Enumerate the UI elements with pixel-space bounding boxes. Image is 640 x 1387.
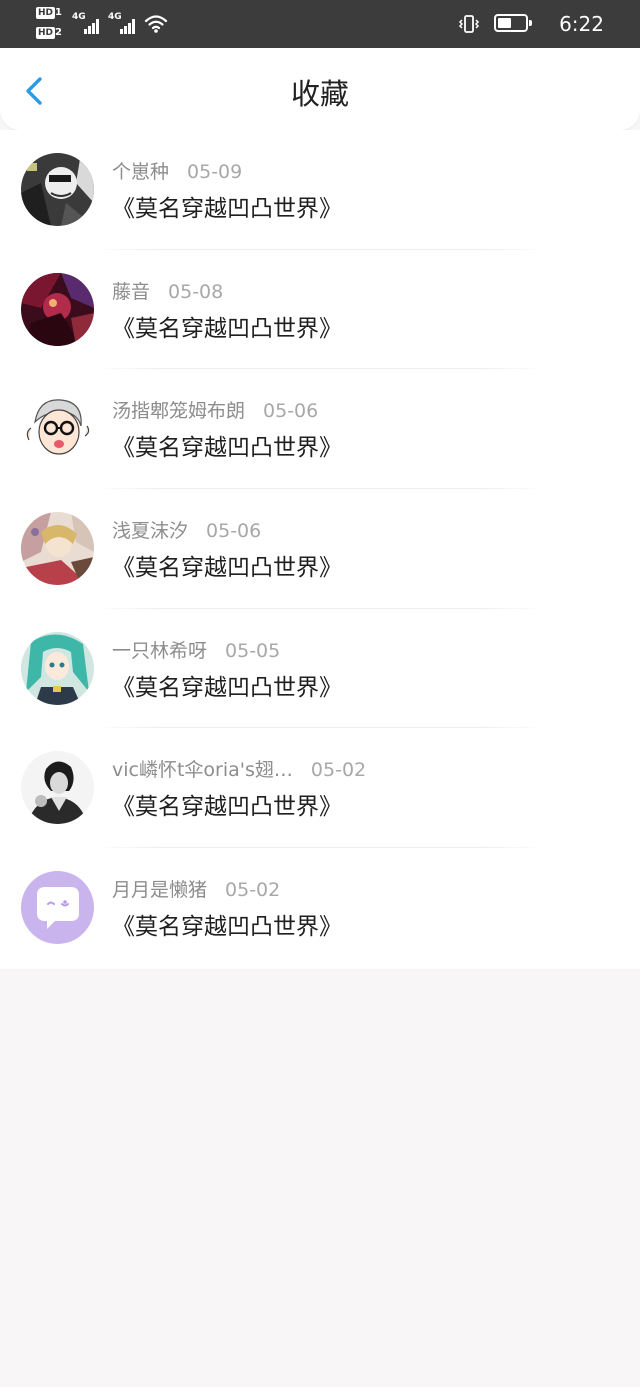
book-title[interactable]: 《莫名穿越凹凸世界》 bbox=[112, 553, 342, 583]
item-meta: 汤揩郫笼姆布朗 05-06 bbox=[112, 399, 318, 423]
item-meta: 浅夏沫汐 05-06 bbox=[112, 519, 261, 543]
item-date: 05-02 bbox=[225, 879, 281, 902]
list-item[interactable]: 汤揩郫笼姆布朗 05-06 《莫名穿越凹凸世界》 bbox=[0, 369, 640, 490]
list-item[interactable]: 浅夏沫汐 05-06 《莫名穿越凹凸世界》 bbox=[0, 489, 640, 609]
avatar[interactable] bbox=[21, 272, 94, 346]
signal-icon: 4G bbox=[108, 12, 138, 34]
book-title[interactable]: 《莫名穿越凹凸世界》 bbox=[112, 912, 342, 942]
item-date: 05-06 bbox=[263, 400, 319, 423]
user-name[interactable]: 月月是懒猪 bbox=[112, 879, 207, 901]
item-date: 05-05 bbox=[225, 639, 281, 662]
avatar[interactable] bbox=[21, 751, 94, 825]
book-title[interactable]: 《莫名穿越凹凸世界》 bbox=[112, 792, 342, 822]
user-name[interactable]: 浅夏沫汐 bbox=[112, 520, 188, 542]
list-item[interactable]: 一只林希呀 05-05 《莫名穿越凹凸世界》 bbox=[0, 609, 640, 729]
item-meta: 一只林希呀 05-05 bbox=[112, 639, 280, 663]
status-bar: HD 1 HD 2 4G 4G 6:22 bbox=[0, 0, 640, 48]
user-name[interactable]: 一只林希呀 bbox=[112, 640, 207, 662]
list-item[interactable]: 月月是懒猪 05-02 《莫名穿越凹凸世界》 bbox=[0, 848, 640, 968]
user-name[interactable]: 个崽种 bbox=[112, 161, 169, 183]
avatar[interactable] bbox=[21, 631, 94, 705]
vibrate-icon bbox=[458, 15, 480, 33]
book-title[interactable]: 《莫名穿越凹凸世界》 bbox=[112, 433, 342, 463]
avatar[interactable] bbox=[21, 871, 94, 945]
sim1-indicator: HD 1 bbox=[36, 7, 62, 19]
wifi-icon bbox=[144, 15, 168, 33]
item-date: 05-08 bbox=[168, 280, 224, 303]
item-date: 05-09 bbox=[187, 161, 243, 183]
clock: 6:22 bbox=[559, 12, 604, 36]
book-title[interactable]: 《莫名穿越凹凸世界》 bbox=[112, 314, 342, 344]
item-meta: 月月是懒猪 05-02 bbox=[112, 878, 280, 902]
avatar[interactable] bbox=[21, 153, 94, 226]
item-date: 05-06 bbox=[206, 520, 262, 543]
status-right: 6:22 bbox=[354, 0, 604, 48]
list-item[interactable]: 藤音 05-08 《莫名穿越凹凸世界》 bbox=[0, 250, 640, 370]
battery-icon bbox=[494, 14, 532, 32]
favorites-list: 个崽种 05-09 《莫名穿越凹凸世界》 藤音 05-08 《莫名穿越凹凸世界》 bbox=[0, 130, 640, 969]
list-item[interactable]: vic嶙怀t伞oria's翅… 05-02 《莫名穿越凹凸世界》 bbox=[0, 728, 640, 849]
page-title: 收藏 bbox=[290, 77, 349, 111]
book-title[interactable]: 《莫名穿越凹凸世界》 bbox=[112, 673, 342, 703]
item-meta: 藤音 05-08 bbox=[112, 280, 223, 304]
avatar[interactable] bbox=[21, 512, 94, 586]
user-name[interactable]: vic嶙怀t伞oria's翅… bbox=[112, 759, 293, 781]
item-date: 05-02 bbox=[310, 759, 367, 782]
sim2-indicator: HD 2 bbox=[36, 27, 62, 39]
header: 收藏 bbox=[0, 48, 640, 130]
avatar[interactable] bbox=[21, 392, 94, 466]
book-title[interactable]: 《莫名穿越凹凸世界》 bbox=[112, 194, 342, 224]
signal-icon: 4G bbox=[72, 12, 102, 34]
list-item[interactable]: 个崽种 05-09 《莫名穿越凹凸世界》 bbox=[0, 130, 640, 250]
user-name[interactable]: 汤揩郫笼姆布朗 bbox=[112, 400, 245, 422]
user-name[interactable]: 藤音 bbox=[112, 281, 150, 303]
item-meta: 个崽种 05-09 bbox=[112, 160, 242, 184]
item-meta: vic嶙怀t伞oria's翅… 05-02 bbox=[112, 758, 366, 782]
